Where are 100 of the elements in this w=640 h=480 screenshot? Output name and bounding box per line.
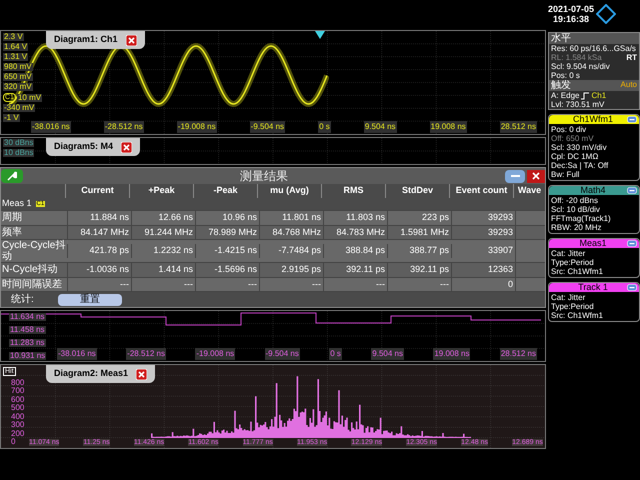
minimize-icon[interactable]: [626, 116, 637, 123]
table-cell: 1.2232 ns: [131, 244, 195, 258]
info-line: Cpl: DC 1MΩ: [551, 152, 600, 161]
info-line: FFTmag(Track1): [551, 214, 612, 223]
close-icon[interactable]: [136, 368, 148, 380]
column-header: Event count: [449, 184, 513, 198]
x-axis-label: 9.504 ns: [364, 121, 397, 133]
x-axis-label: -38.016 ns: [57, 348, 97, 360]
info-line: Dec:Sa | TA: Off: [551, 161, 610, 170]
panel-header[interactable]: Ch1Wfm1: [549, 115, 639, 124]
y-axis-label: 30 dBns: [3, 139, 34, 147]
minimize-button[interactable]: [505, 170, 525, 182]
column-header: Wave: [513, 184, 545, 198]
diagram-tab[interactable]: Diagram1: Ch1: [46, 31, 145, 49]
close-icon[interactable]: [126, 34, 137, 46]
table-cell: 388.77 ps: [387, 244, 451, 258]
table-cell: ---: [67, 278, 131, 291]
x-axis-label: 0 s: [318, 121, 331, 133]
row-label: 周期: [1, 212, 23, 224]
y-axis-label: 10 dBns: [3, 149, 34, 157]
panel-title: Track 1: [578, 283, 608, 292]
y-axis-label: 2.3 V: [3, 33, 24, 41]
y-axis-label: -1 V: [3, 114, 20, 122]
panel-header[interactable]: Math4: [549, 186, 639, 195]
rising-edge-icon: [581, 92, 590, 100]
row-label: 时间间隔误差: [1, 278, 63, 290]
info-line: Off: 650 mV: [551, 134, 595, 143]
table-cell: ---: [259, 278, 323, 291]
row-label: Cycle-Cycle抖动: [1, 240, 66, 262]
column-header: StdDev: [385, 184, 449, 198]
info-line: Scl: 9.504 ns/div: [551, 62, 610, 71]
mode-tag: RT: [626, 53, 637, 62]
settings-button[interactable]: [1, 169, 23, 183]
column-header: +Peak: [129, 184, 193, 198]
diamond-logo: [596, 4, 616, 24]
info-line: Scl: 330 mV/div: [551, 143, 608, 152]
table-cell: 0: [451, 278, 515, 291]
y-axis-label: 11.283 ns: [9, 339, 46, 347]
column-header: Current: [65, 184, 129, 198]
table-cell: ---: [387, 278, 451, 291]
info-line: Pos: 0 div: [551, 125, 588, 134]
x-axis-label: -9.504 ns: [264, 348, 300, 360]
column-header: RMS: [321, 184, 385, 198]
table-cell: ---: [131, 278, 195, 291]
table-cell: 421.78 ps: [67, 244, 131, 258]
info-line: RBW: 20 MHz: [551, 223, 603, 232]
diagram-title: Diagram2: Meas1: [54, 367, 128, 380]
reset-button[interactable]: 重置: [58, 294, 122, 306]
info-line: Res: 60 ps/16.6...GSa/s: [551, 44, 636, 53]
y-axis-label: 700: [11, 387, 24, 396]
info-line: RL: 1.584 kSa: [551, 53, 602, 62]
panel-title: Meas1: [579, 239, 606, 248]
y-axis-label: 11.458 ns: [9, 326, 46, 334]
minimize-icon[interactable]: [626, 187, 637, 194]
info-line: Off: -20 dBns: [551, 196, 599, 205]
info-line: Cat: Jitter: [551, 249, 586, 258]
table-cell: -7.7484 ps: [259, 244, 323, 258]
minimize-icon[interactable]: [626, 240, 637, 247]
minimize-icon[interactable]: [626, 284, 637, 291]
close-icon: [532, 172, 540, 180]
info-line: Src: Ch1Wfm1: [551, 267, 604, 276]
diagram-tab[interactable]: Diagram5: M4: [46, 138, 140, 156]
y-axis-label: 200: [11, 430, 24, 438]
info-line: Type:Period: [551, 302, 595, 311]
y-axis-label: 10.931 ns: [9, 352, 46, 360]
diagram-tab[interactable]: Diagram2: Meas1: [46, 365, 156, 383]
info-line: Pos: 0 s: [551, 71, 580, 80]
panel-header[interactable]: Track 1: [549, 283, 639, 292]
y-axis-label: 600: [11, 396, 24, 404]
y-axis-label: 1.64 V: [3, 43, 28, 51]
section-title: 触发: [551, 80, 571, 91]
x-axis-label: -19.008 ns: [195, 348, 236, 360]
x-axis-label: 28.512 ns: [500, 348, 537, 360]
close-icon[interactable]: [121, 142, 132, 152]
table-cell: 33907: [451, 244, 515, 258]
trigger-source: Ch1: [591, 91, 606, 100]
trigger-marker-icon[interactable]: [315, 31, 325, 39]
panel-header[interactable]: Meas1: [549, 239, 639, 248]
panel-title: Ch1Wfm1: [572, 115, 613, 124]
trigger-type: A: Edge: [551, 91, 580, 100]
date: 2021-07-05: [548, 4, 594, 14]
table-cell: -1.4215 ns: [195, 244, 259, 258]
x-axis-label: 19.008 ns: [433, 348, 470, 360]
y-axis-label: 300: [11, 421, 24, 430]
dialog-title: 测量结果: [240, 168, 288, 185]
measurement-group: Meas 1: [2, 197, 32, 211]
y-axis-label: -340 mV: [3, 104, 36, 112]
table-cell: ---: [323, 278, 387, 291]
column-header: mu (Avg): [257, 184, 321, 198]
row-label: N-Cycle抖动: [1, 264, 59, 276]
x-axis-label: 28.512 ns: [500, 121, 537, 133]
diagram-title: Diagram1: Ch1: [54, 33, 118, 46]
column-header: -Peak: [193, 184, 257, 198]
time: 19:16:38: [553, 14, 590, 24]
y-axis-label: 1.31 V: [3, 53, 28, 61]
x-axis-label: -28.512 ns: [104, 121, 144, 133]
y-axis-label: 500: [11, 404, 24, 412]
x-axis-label: -19.008 ns: [176, 121, 217, 133]
y-axis-label: 800: [11, 379, 24, 387]
close-button[interactable]: [527, 170, 545, 182]
